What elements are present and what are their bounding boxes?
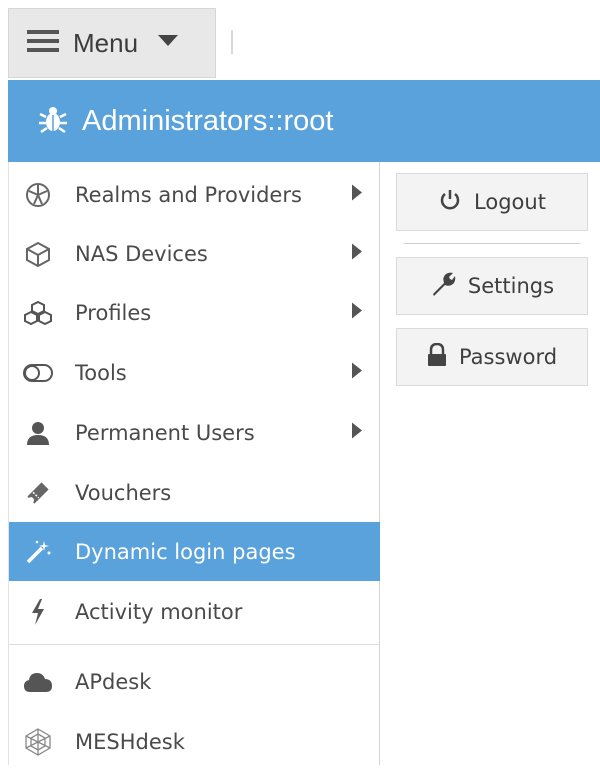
toggle-icon: [23, 358, 53, 388]
menu-item-activity-monitor[interactable]: Activity monitor: [9, 582, 380, 641]
menu-item-vouchers[interactable]: Vouchers: [9, 463, 380, 522]
logout-button[interactable]: Logout: [396, 173, 588, 231]
menu-divider: [9, 644, 380, 645]
menu-item-meshdesk[interactable]: MESHdesk: [9, 712, 380, 771]
menu-item-label: Tools: [75, 360, 127, 385]
settings-button[interactable]: Settings: [396, 257, 588, 315]
main-menu-button[interactable]: Menu: [8, 8, 216, 78]
cube-icon: [23, 239, 53, 269]
settings-label: Settings: [467, 274, 555, 298]
caret-right-icon: [352, 184, 362, 205]
bug-icon: [38, 104, 68, 139]
logout-label: Logout: [474, 190, 546, 214]
power-icon: [438, 188, 462, 217]
user-icon: [23, 418, 53, 448]
menu-item-profiles[interactable]: Profiles: [9, 283, 380, 342]
globe-icon: [23, 180, 53, 210]
mesh-icon: [23, 727, 53, 757]
menu-item-permanent-users[interactable]: Permanent Users: [9, 403, 380, 462]
caret-right-icon: [352, 243, 362, 264]
menu-item-apdesk[interactable]: APdesk: [9, 652, 380, 711]
menu-item-dynamic-login-pages[interactable]: Dynamic login pages: [9, 522, 380, 581]
user-header: Administrators::root: [8, 80, 600, 162]
caret-right-icon: [352, 422, 362, 443]
menu-item-label: Realms and Providers: [75, 182, 302, 207]
lock-icon: [427, 342, 447, 372]
menu-item-label: Dynamic login pages: [75, 539, 296, 564]
menu-item-label: NAS Devices: [75, 241, 208, 266]
menu-item-label: Profiles: [75, 300, 152, 325]
hamburger-icon: [27, 29, 59, 58]
menu-item-realms-and-providers[interactable]: Realms and Providers: [9, 165, 380, 224]
caret-right-icon: [352, 362, 362, 383]
main-menu-label: Menu: [73, 27, 139, 58]
menu-item-label: Vouchers: [75, 480, 172, 505]
menu-item-tools[interactable]: Tools: [9, 343, 380, 402]
menu-item-label: APdesk: [75, 669, 152, 694]
menu-item-label: Activity monitor: [75, 599, 243, 624]
password-label: Password: [458, 345, 558, 369]
cubes-icon: [23, 298, 53, 328]
menu-item-label: Permanent Users: [75, 420, 255, 445]
toolbar-separator: [231, 30, 233, 54]
ticket-icon: [23, 478, 53, 508]
cloud-icon: [23, 667, 53, 697]
menu-item-label: MESHdesk: [75, 729, 185, 754]
magic-wand-icon: [23, 537, 53, 567]
caret-down-icon: [158, 34, 179, 52]
password-button[interactable]: Password: [396, 328, 588, 386]
main-menu-panel: Realms and Providers NAS Devices Profile…: [8, 162, 380, 765]
lightning-icon: [23, 597, 53, 627]
user-title: Administrators::root: [82, 104, 334, 137]
menu-item-nas-devices[interactable]: NAS Devices: [9, 224, 380, 283]
action-separator: [404, 243, 580, 244]
wrench-icon: [430, 271, 456, 302]
caret-right-icon: [352, 302, 362, 323]
